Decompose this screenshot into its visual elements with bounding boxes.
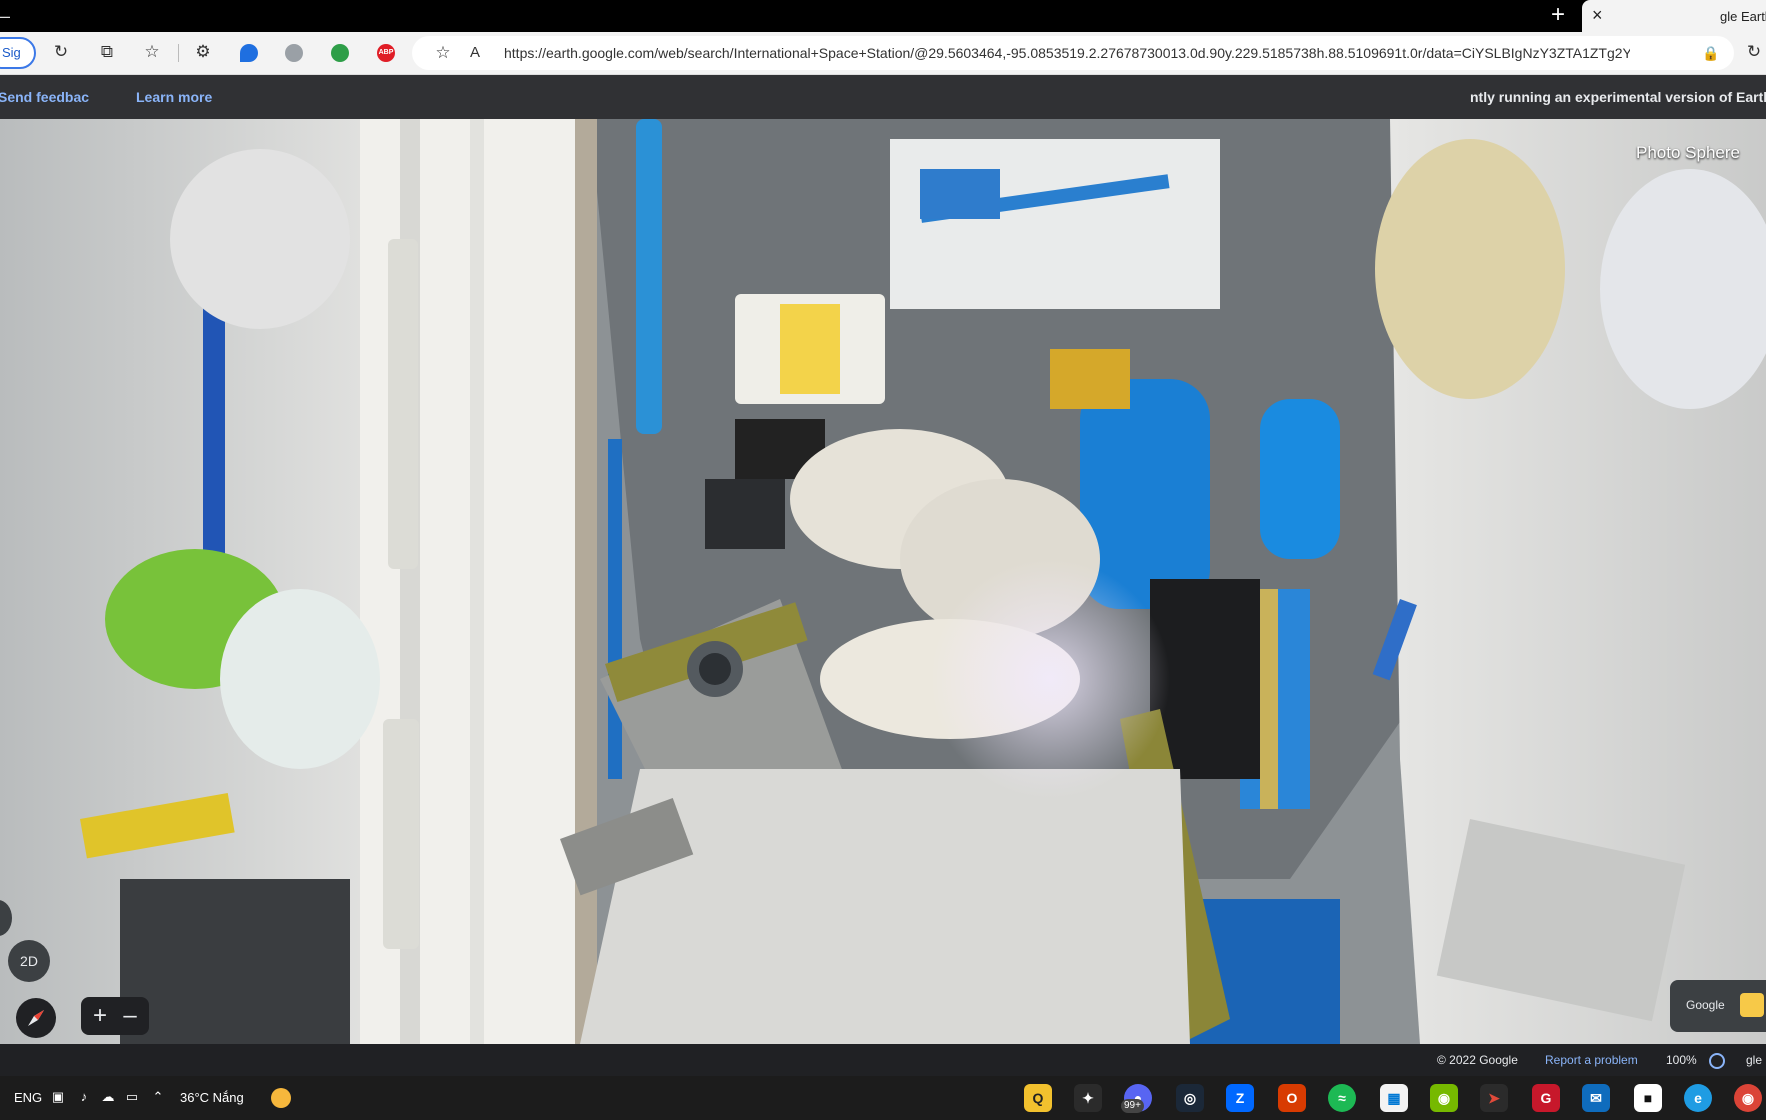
kakaotalk-app-icon[interactable]: Q (1024, 1084, 1052, 1112)
zoom-controls: + – (81, 997, 149, 1035)
attribution-label: Google (1686, 998, 1725, 1012)
send-feedback-link[interactable]: Send feedbac (0, 89, 89, 105)
refresh-page-icon[interactable]: ↻ (1743, 41, 1765, 63)
sign-in-label: Sig (2, 45, 21, 60)
experimental-banner: Send feedbac Learn more ntly running an … (0, 75, 1766, 119)
favorites-icon[interactable]: ☆ (141, 41, 163, 63)
zalo-notification-badge: 99+ (1121, 1099, 1144, 1113)
extension-blue-icon[interactable] (240, 44, 258, 62)
chrome-app-icon[interactable]: ◉ (1734, 1084, 1762, 1112)
zoom-percentage: 100% (1666, 1053, 1697, 1067)
volume-icon[interactable]: ♪ (76, 1089, 92, 1105)
banner-message: ntly running an experimental version of … (1470, 89, 1766, 105)
refresh-icon[interactable]: ↻ (50, 41, 72, 63)
zoom-in-button[interactable]: + (85, 1001, 115, 1031)
photo-sphere-viewport[interactable] (0, 119, 1766, 1044)
show-hidden-icons-chevron-icon[interactable]: ⌃ (150, 1089, 166, 1105)
toolbar-divider (178, 44, 179, 62)
tab-google-earth[interactable]: × gle Earth (1582, 0, 1766, 32)
steam-app-icon[interactable]: ◎ (1176, 1084, 1204, 1112)
minimize-icon[interactable]: – (0, 6, 10, 27)
favorite-add-icon[interactable]: ☆ (432, 42, 454, 64)
read-aloud-icon[interactable]: A (464, 42, 486, 64)
address-bar[interactable]: ☆ A https://earth.google.com/web/search/… (412, 36, 1734, 70)
language-indicator[interactable]: ENG (14, 1090, 42, 1105)
feather-app-icon[interactable]: ✦ (1074, 1084, 1102, 1112)
edge-app-icon[interactable]: e (1684, 1084, 1712, 1112)
report-problem-link[interactable]: Report a problem (1545, 1053, 1638, 1067)
learn-more-link[interactable]: Learn more (136, 89, 212, 105)
tab-close-icon[interactable]: × (1592, 6, 1603, 24)
tab-strip: – + × gle Earth (0, 0, 1766, 32)
compass-button[interactable] (16, 998, 56, 1038)
google-logo-text: gle (1746, 1053, 1763, 1067)
contributor-avatar-icon (1740, 993, 1764, 1017)
weather-text[interactable]: 36°C Nắng (180, 1090, 244, 1105)
attribution-card[interactable]: Google (1670, 980, 1766, 1032)
zalo-app-icon[interactable]: Z (1226, 1084, 1254, 1112)
adblock-icon[interactable]: ABP (377, 44, 395, 62)
sign-in-button[interactable]: Sig (0, 37, 36, 69)
arrow-app-icon[interactable]: ➤ (1480, 1084, 1508, 1112)
photo-sphere-label: Photo Sphere (1636, 143, 1740, 162)
microsoft-store-app-icon[interactable]: ▦ (1380, 1084, 1408, 1112)
extension-green-icon[interactable] (331, 44, 349, 62)
browser-toolbar: Sig ↻ ⧉ ☆ ⚙ ABP ☆ A https://earth.google… (0, 32, 1766, 75)
display-icon[interactable]: ▣ (50, 1089, 66, 1105)
compass-icon (28, 1010, 44, 1026)
cloud-icon[interactable]: ☁ (100, 1089, 116, 1105)
roblox-app-icon[interactable]: ■ (1634, 1084, 1662, 1112)
garena-app-icon[interactable]: G (1532, 1084, 1560, 1112)
spotify-app-icon[interactable]: ≈ (1328, 1084, 1356, 1112)
weather-sun-icon[interactable] (271, 1088, 291, 1108)
url-text[interactable]: https://earth.google.com/web/search/Inte… (504, 45, 1630, 61)
nvidia-app-icon[interactable]: ◉ (1430, 1084, 1458, 1112)
scale-ring-icon (1709, 1053, 1725, 1069)
toggle-2d-button[interactable]: 2D (8, 940, 50, 982)
collections-icon[interactable]: ⧉ (96, 41, 118, 63)
office-app-icon[interactable]: O (1278, 1084, 1306, 1112)
extensions-icon[interactable]: ⚙ (192, 41, 214, 63)
earth-status-bar: © 2022 Google Report a problem 100% gle (0, 1044, 1766, 1076)
zoom-out-button[interactable]: – (115, 1001, 145, 1031)
copyright-text: © 2022 Google (1437, 1053, 1518, 1067)
space-station-interior-image (0, 119, 1766, 1044)
windows-taskbar: ENG ▣ ♪ ☁ ▭ ⌃ 36°C Nắng Q ✦ ● ◎ Z 99+ O … (0, 1076, 1766, 1120)
tab-title: gle Earth (1720, 9, 1766, 24)
battery-icon[interactable]: ▭ (124, 1089, 140, 1105)
new-tab-button[interactable]: + (1551, 3, 1565, 27)
lock-icon[interactable]: 🔒 (1700, 42, 1722, 64)
extension-grey-icon[interactable] (285, 44, 303, 62)
mail-app-icon[interactable]: ✉ (1582, 1084, 1610, 1112)
